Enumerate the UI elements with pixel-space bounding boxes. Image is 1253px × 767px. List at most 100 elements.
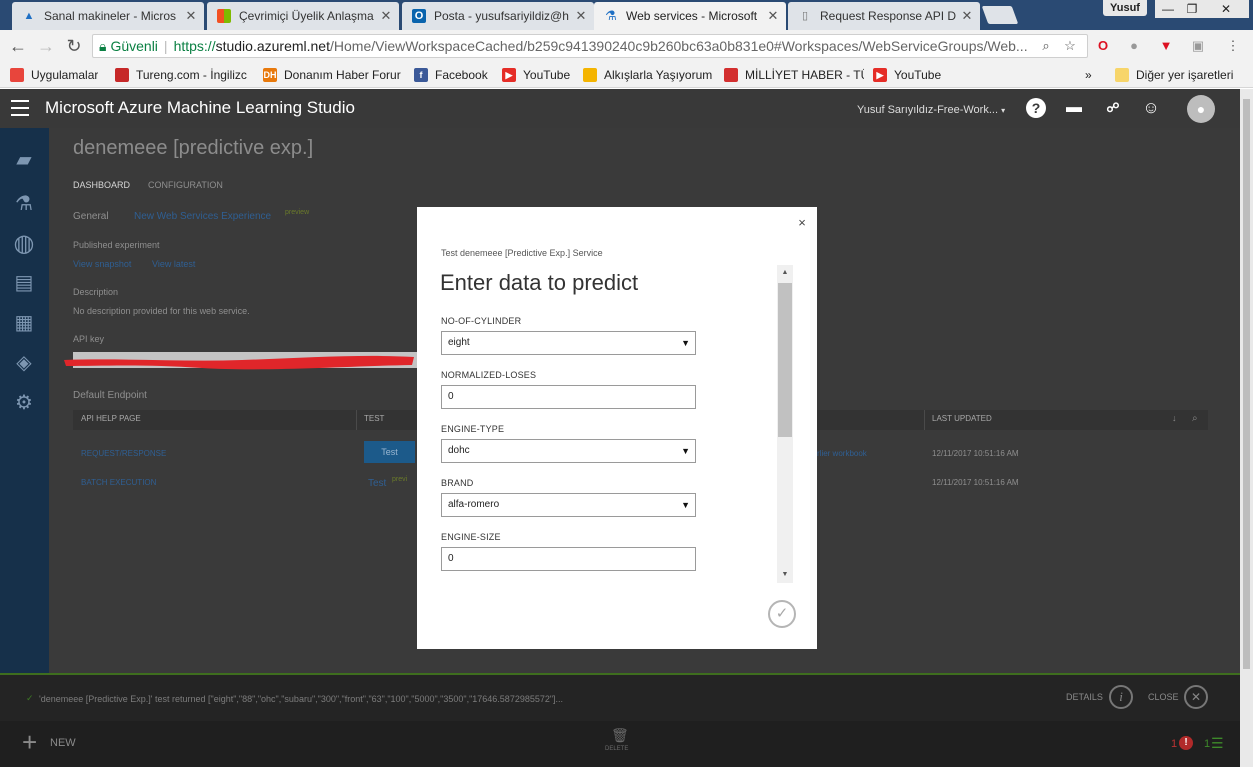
info-icon[interactable]: i xyxy=(1109,685,1133,709)
forward-icon[interactable]: → xyxy=(35,35,57,57)
lock-icon: 🔒︎ xyxy=(99,38,107,54)
restore-icon[interactable]: ❐ xyxy=(1179,0,1205,18)
test-button[interactable]: Test xyxy=(364,441,415,463)
datasets-icon[interactable]: ▦ xyxy=(10,310,38,336)
dialog-scrollbar[interactable]: ▲ ▼ xyxy=(777,265,793,583)
test-preview-link[interactable]: Test xyxy=(368,478,386,489)
bookmarks-overflow-icon[interactable]: » xyxy=(1085,67,1092,83)
pdf-extension-icon[interactable]: ▣ xyxy=(1190,38,1206,54)
submit-check-button[interactable]: ✓ xyxy=(768,600,796,628)
close-icon[interactable]: ✕ xyxy=(764,8,782,24)
close-icon[interactable]: ✕ xyxy=(572,8,590,24)
bookmark-youtube[interactable]: ▶ YouTube xyxy=(502,67,570,83)
view-snapshot-link[interactable]: View snapshot xyxy=(73,259,131,269)
scrollbar-thumb[interactable] xyxy=(778,283,792,437)
profile-button[interactable]: Yusuf xyxy=(1103,0,1147,16)
web-services-globe-icon[interactable]: ◍ xyxy=(10,231,38,257)
tab-request-response[interactable]: ▯ Request Response API D ✕ xyxy=(788,2,980,30)
select-value: eight xyxy=(448,337,470,348)
url-field[interactable]: 🔒︎ Güvenli | https://studio.azureml.net/Hom… xyxy=(92,34,1088,58)
page-scrollbar[interactable] xyxy=(1240,89,1253,767)
projects-icon[interactable]: ▰ xyxy=(10,147,38,173)
left-navigation: ▰ ⚗ ◍ ▤ ▦ ◈ ⚙ xyxy=(0,128,49,673)
reload-icon[interactable]: ↻ xyxy=(63,35,85,57)
experiments-flask-icon[interactable]: ⚗ xyxy=(10,191,38,217)
delete-label[interactable]: DELETE xyxy=(605,746,628,752)
engine-size-input[interactable]: 0 xyxy=(441,547,696,571)
minimize-icon[interactable]: — xyxy=(1155,0,1181,18)
star-icon[interactable]: ☆ xyxy=(1062,38,1078,54)
tab-web-services[interactable]: ⚗ Web services - Microsoft ✕ xyxy=(594,2,786,30)
tab-label: Request Response API D xyxy=(820,9,957,23)
shield-extension-icon[interactable]: ▼ xyxy=(1158,38,1174,54)
close-label[interactable]: CLOSE xyxy=(1148,692,1179,702)
last-updated-value: 12/11/2017 10:51:16 AM xyxy=(932,449,1019,458)
back-icon[interactable]: ← xyxy=(7,35,29,57)
chat-icon[interactable]: ▬ xyxy=(1064,98,1084,118)
plus-icon[interactable]: + xyxy=(22,729,37,755)
tab-dashboard[interactable]: DASHBOARD xyxy=(73,180,130,190)
feedback-smiley-icon[interactable]: ☺ xyxy=(1141,98,1161,118)
tasks-list-icon[interactable]: ☰ xyxy=(1211,735,1224,752)
scroll-down-icon[interactable]: ▼ xyxy=(777,567,793,583)
default-endpoint-label: Default Endpoint xyxy=(73,390,147,401)
milliyet-icon xyxy=(724,68,738,82)
community-icon[interactable]: ☍ xyxy=(1103,98,1123,118)
batch-execution-link[interactable]: BATCH EXECUTION xyxy=(81,478,156,487)
close-icon[interactable]: ✕ xyxy=(182,8,200,24)
view-latest-link[interactable]: View latest xyxy=(152,259,195,269)
alert-icon[interactable]: ! xyxy=(1179,736,1193,750)
new-tab-button[interactable] xyxy=(981,6,1019,24)
details-label[interactable]: DETAILS xyxy=(1066,692,1103,702)
preview-badge: preview xyxy=(285,209,310,216)
bookmark-facebook[interactable]: f Facebook xyxy=(414,67,488,83)
new-button-label[interactable]: NEW xyxy=(50,737,76,749)
excel-workbook-link[interactable]: rlier workbook xyxy=(817,449,867,458)
close-icon[interactable]: ✕ xyxy=(377,8,395,24)
bookmark-label: Uygulamalar xyxy=(31,68,99,82)
tab-azure-vms[interactable]: ▲ Sanal makineler - Micros ✕ xyxy=(12,2,204,30)
close-icon[interactable]: ✕ xyxy=(958,8,976,24)
no-of-cylinder-select[interactable]: eight ▼ xyxy=(441,331,696,355)
bookmark-alkis[interactable]: Alkışlarla Yaşıyorum xyxy=(583,67,712,83)
bookmark-apps[interactable]: Uygulamalar xyxy=(10,67,98,83)
select-value: alfa-romero xyxy=(448,499,500,510)
bookmark-tureng[interactable]: Tureng.com - İngilizc xyxy=(115,67,255,83)
dh-icon: DH xyxy=(263,68,277,82)
normalized-loses-input[interactable]: 0 xyxy=(441,385,696,409)
zoom-icon[interactable]: ⌕ xyxy=(1038,38,1054,54)
globe-extension-icon[interactable]: ● xyxy=(1126,38,1142,54)
bookmark-donanim[interactable]: DH Donanım Haber Forur xyxy=(263,67,403,83)
sort-arrow-icon[interactable]: ↓ xyxy=(1172,413,1177,423)
new-experience-link[interactable]: New Web Services Experience xyxy=(134,211,271,222)
avatar[interactable]: ● xyxy=(1187,95,1215,123)
trained-models-cube-icon[interactable]: ◈ xyxy=(10,350,38,376)
notebooks-icon[interactable]: ▤ xyxy=(10,270,38,296)
menu-dots-icon[interactable]: ⋮ xyxy=(1225,38,1241,54)
tab-configuration[interactable]: CONFIGURATION xyxy=(148,180,223,190)
help-icon[interactable]: ? xyxy=(1026,98,1046,118)
scrollbar-thumb[interactable] xyxy=(1243,99,1250,669)
alerts-count[interactable]: 1 xyxy=(1171,738,1177,750)
bookmark-milliyet[interactable]: MİLLİYET HABER - TÜ xyxy=(724,67,864,83)
trash-icon[interactable]: 🗑︎ xyxy=(611,727,629,744)
bookmark-youtube-2[interactable]: ▶ YouTube xyxy=(873,67,941,83)
opera-icon[interactable]: O xyxy=(1095,38,1111,54)
close-circle-icon[interactable]: ✕ xyxy=(1184,685,1208,709)
search-icon[interactable]: ⌕ xyxy=(1192,413,1198,424)
engine-type-select[interactable]: dohc ▼ xyxy=(441,439,696,463)
window-close-icon[interactable]: ✕ xyxy=(1203,0,1249,18)
close-icon[interactable]: × xyxy=(795,215,809,230)
hamburger-menu-icon[interactable] xyxy=(11,100,29,116)
other-bookmarks[interactable]: Diğer yer işaretleri xyxy=(1115,67,1233,83)
workspace-selector[interactable]: Yusuf Sarıyıldız-Free-Work... ▾ xyxy=(857,104,1005,116)
scroll-up-icon[interactable]: ▲ xyxy=(777,265,793,281)
settings-gear-icon[interactable]: ⚙ xyxy=(10,390,38,416)
tasks-count[interactable]: 1 xyxy=(1204,738,1210,750)
field-label-engine-size: ENGINE-SIZE xyxy=(441,532,501,542)
brand-select[interactable]: alfa-romero ▼ xyxy=(441,493,696,517)
tab-mail[interactable]: O Posta - yusufsariyildiz@h ✕ xyxy=(402,2,594,30)
field-label-engine-type: ENGINE-TYPE xyxy=(441,424,505,434)
tab-membership[interactable]: Çevrimiçi Üyelik Anlaşma ✕ xyxy=(207,2,399,30)
request-response-link[interactable]: REQUEST/RESPONSE xyxy=(81,449,166,458)
